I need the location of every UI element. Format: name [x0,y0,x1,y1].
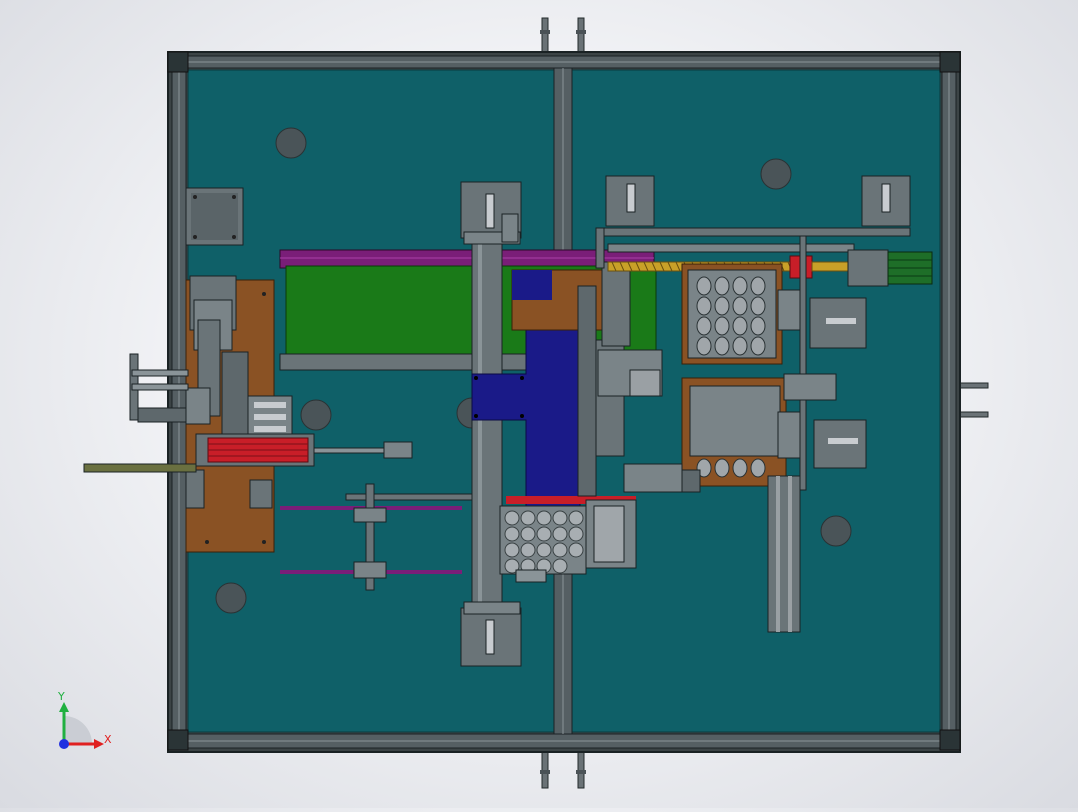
upper-tray [681,263,783,365]
right-rods [957,382,989,418]
x-arrow [94,739,104,749]
coordinate-triad: Y X [57,690,112,749]
y-arrow [59,702,69,712]
bottom-rods [540,751,586,789]
top-left-mount [185,187,244,246]
x-axis-label: X [104,733,112,746]
z-axis-point [59,739,69,749]
top-rods [540,17,586,55]
y-axis-label: Y [57,690,65,703]
cad-viewport[interactable]: Y X [0,0,1078,808]
navy-overlap [512,270,552,300]
assembly-view[interactable]: Y X [0,0,1078,808]
